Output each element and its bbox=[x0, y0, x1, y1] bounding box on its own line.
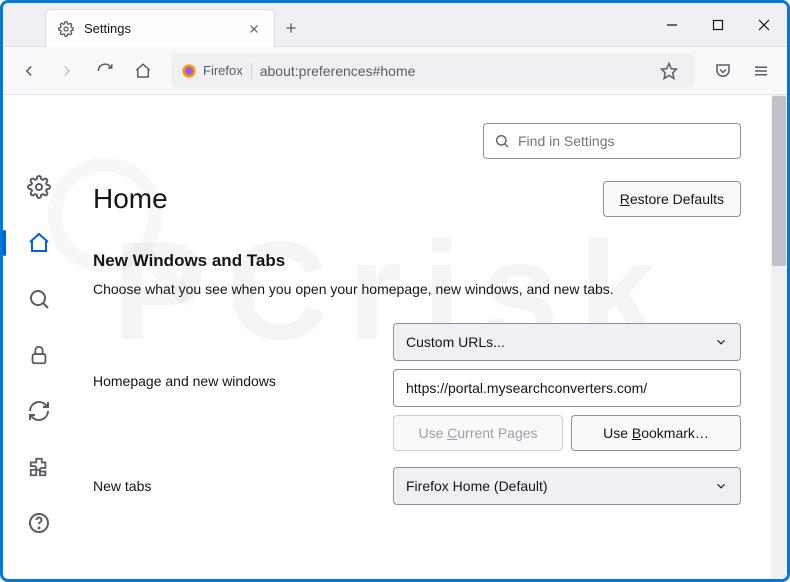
homepage-url-input[interactable] bbox=[393, 369, 741, 407]
sidebar-item-general[interactable] bbox=[25, 173, 53, 201]
forward-button[interactable] bbox=[51, 55, 83, 87]
sidebar-item-sync[interactable] bbox=[25, 397, 53, 425]
browser-tab[interactable]: Settings bbox=[45, 9, 275, 47]
restore-defaults-button[interactable]: Restore Defaults bbox=[603, 181, 741, 217]
scrollbar-thumb[interactable] bbox=[772, 96, 786, 266]
settings-search[interactable] bbox=[483, 123, 741, 159]
homepage-mode-select[interactable]: Custom URLs... bbox=[393, 323, 741, 361]
vertical-scrollbar[interactable] bbox=[771, 95, 787, 579]
search-icon bbox=[494, 133, 510, 149]
pocket-button[interactable] bbox=[707, 55, 739, 87]
maximize-button[interactable] bbox=[695, 3, 741, 47]
sidebar-item-search[interactable] bbox=[25, 285, 53, 313]
site-identity[interactable]: Firefox bbox=[181, 63, 252, 79]
identity-label: Firefox bbox=[203, 63, 243, 78]
newtabs-value: Firefox Home (Default) bbox=[406, 478, 548, 494]
homepage-label: Homepage and new windows bbox=[93, 323, 393, 389]
use-bookmark-button[interactable]: Use Bookmark… bbox=[571, 415, 741, 451]
reload-button[interactable] bbox=[89, 55, 121, 87]
chevron-down-icon bbox=[714, 335, 728, 349]
newtabs-select[interactable]: Firefox Home (Default) bbox=[393, 467, 741, 505]
minimize-button[interactable] bbox=[649, 3, 695, 47]
close-window-button[interactable] bbox=[741, 3, 787, 47]
app-menu-button[interactable] bbox=[745, 55, 777, 87]
settings-sidebar bbox=[3, 95, 75, 579]
sidebar-item-home[interactable] bbox=[25, 229, 53, 257]
url-bar[interactable]: Firefox about:preferences#home bbox=[171, 54, 695, 88]
section-title: New Windows and Tabs bbox=[93, 251, 741, 271]
page-title: Home bbox=[93, 183, 168, 215]
homepage-mode-value: Custom URLs... bbox=[406, 334, 505, 350]
new-tab-button[interactable] bbox=[275, 9, 307, 46]
sidebar-item-privacy[interactable] bbox=[25, 341, 53, 369]
toolbar: Firefox about:preferences#home bbox=[3, 47, 787, 95]
gear-icon bbox=[58, 21, 74, 37]
tab-title: Settings bbox=[84, 21, 236, 36]
titlebar: Settings bbox=[3, 3, 787, 47]
window-controls bbox=[649, 3, 787, 46]
chevron-down-icon bbox=[714, 479, 728, 493]
settings-main: Home Restore Defaults New Windows and Ta… bbox=[75, 95, 771, 579]
firefox-icon bbox=[181, 63, 197, 79]
section-description: Choose what you see when you open your h… bbox=[93, 281, 741, 297]
settings-search-input[interactable] bbox=[518, 133, 730, 149]
newtabs-label: New tabs bbox=[93, 478, 393, 494]
sidebar-item-help[interactable] bbox=[25, 509, 53, 537]
home-button[interactable] bbox=[127, 55, 159, 87]
use-current-pages-button[interactable]: Use Current Pages bbox=[393, 415, 563, 451]
back-button[interactable] bbox=[13, 55, 45, 87]
url-text: about:preferences#home bbox=[260, 63, 416, 79]
sidebar-item-extensions[interactable] bbox=[25, 453, 53, 481]
close-icon[interactable] bbox=[246, 21, 262, 37]
bookmark-star-icon[interactable] bbox=[653, 55, 685, 87]
